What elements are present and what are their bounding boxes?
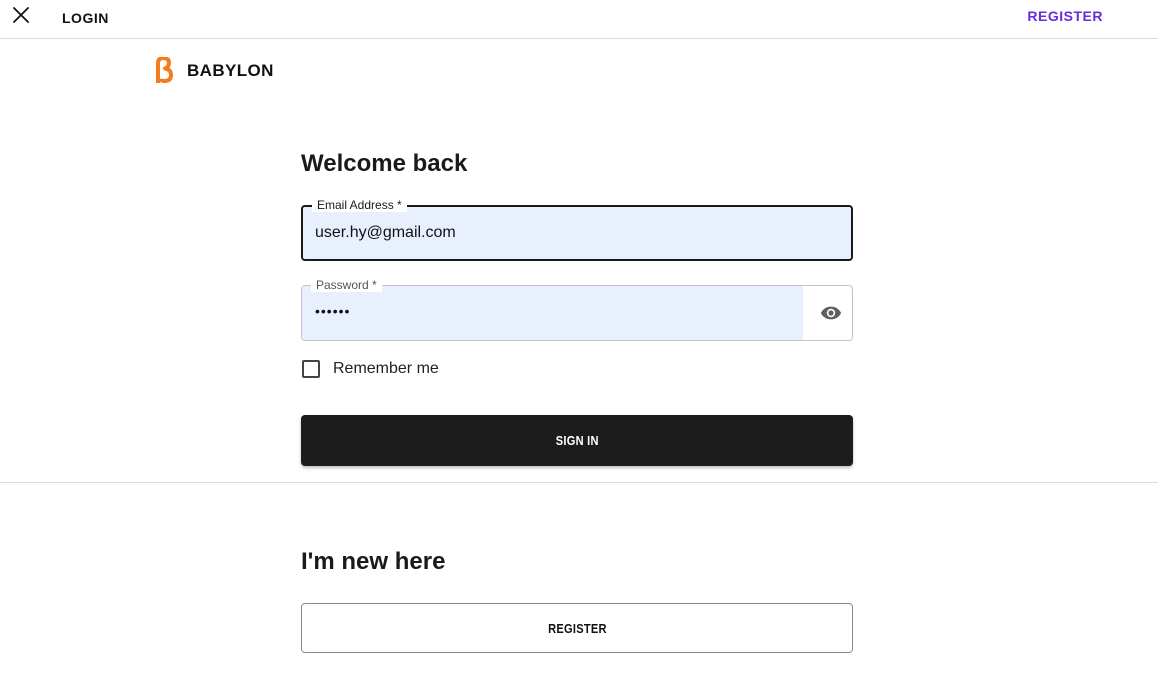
remember-me-checkbox[interactable] [302, 360, 320, 378]
email-field[interactable]: Email Address * user.hy@gmail.com [301, 198, 853, 261]
register-button-label: REGISTER [547, 620, 607, 636]
password-field[interactable]: Password * •••••• [301, 278, 853, 341]
email-field-label: Email Address * [312, 198, 407, 212]
remember-me-label: Remember me [333, 360, 439, 377]
top-bar: LOGIN REGISTER [0, 0, 1158, 39]
sign-in-button-label: SIGN IN [555, 433, 599, 448]
sign-in-button[interactable]: SIGN IN [301, 415, 853, 466]
password-input[interactable]: •••••• [315, 303, 795, 319]
welcome-heading: Welcome back [301, 150, 468, 177]
page-title: LOGIN [62, 10, 109, 26]
eye-icon[interactable] [820, 302, 842, 324]
remember-me[interactable]: Remember me [302, 360, 439, 378]
close-icon[interactable] [12, 6, 30, 24]
email-input[interactable]: user.hy@gmail.com [315, 224, 795, 242]
brand-name: BABYLON [187, 61, 274, 80]
section-divider [0, 482, 1158, 483]
beta-logo-icon [156, 57, 173, 83]
password-field-label: Password * [311, 278, 382, 292]
register-link[interactable]: REGISTER [1027, 8, 1103, 24]
register-button[interactable]: REGISTER [301, 603, 853, 653]
new-user-heading: I'm new here [301, 548, 446, 575]
brand: BABYLON [155, 57, 274, 85]
